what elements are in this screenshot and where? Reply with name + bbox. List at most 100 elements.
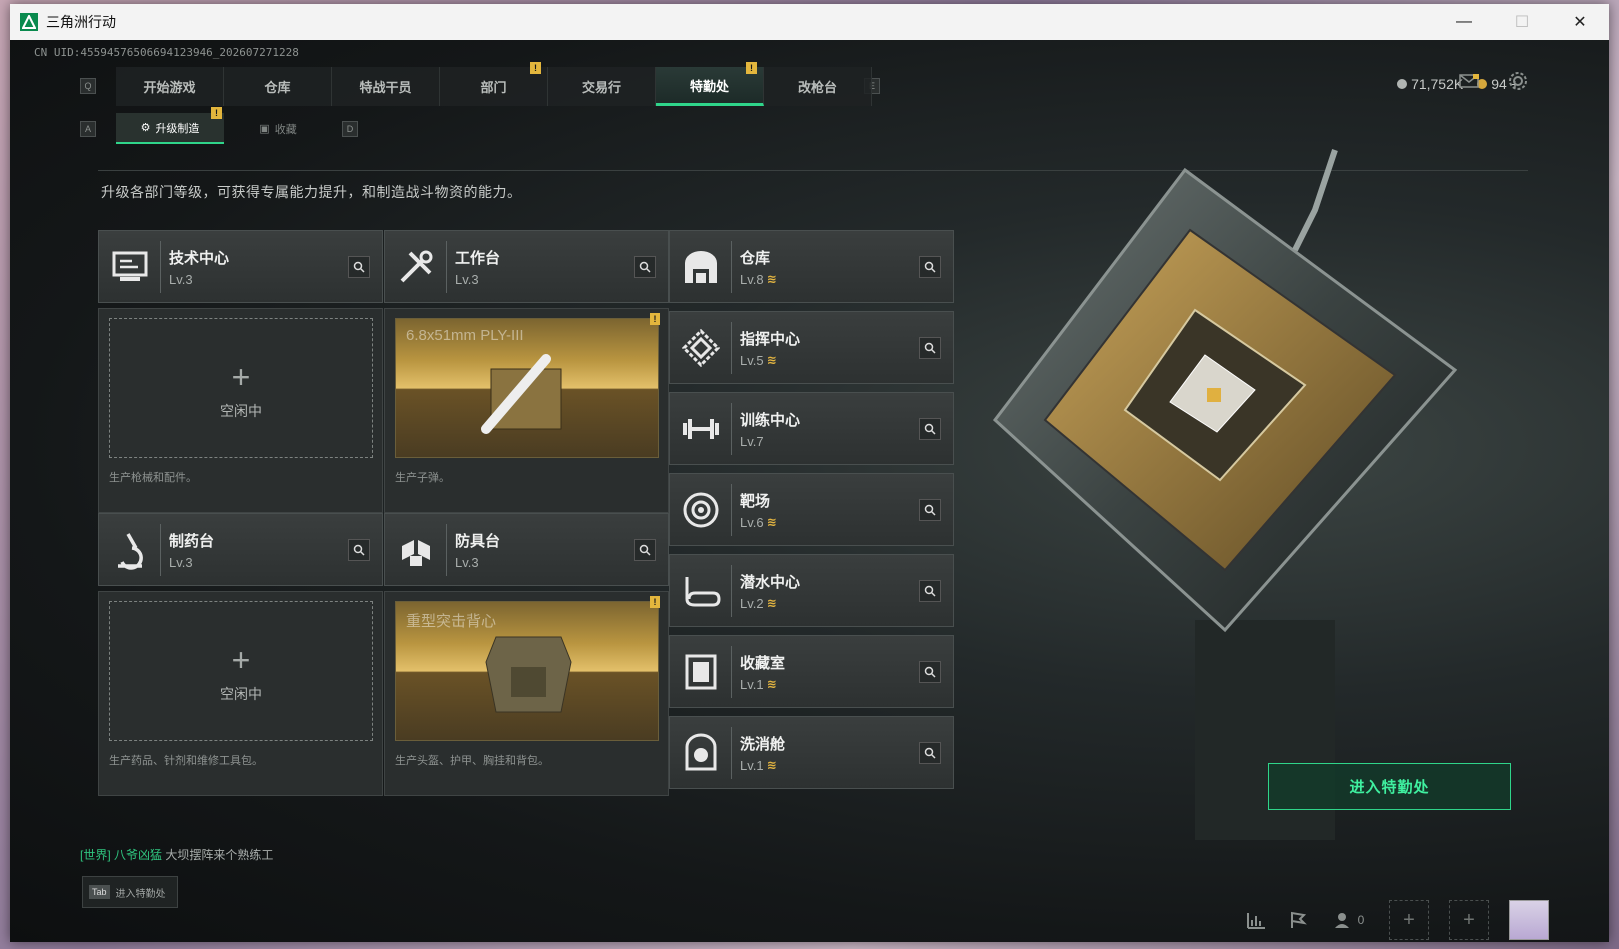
inspect-button[interactable]: [919, 580, 941, 602]
inspect-button[interactable]: [634, 539, 656, 561]
search-icon: [924, 585, 936, 597]
production-slot[interactable]: + 空闲中生产药品、针剂和维修工具包。: [98, 591, 383, 796]
sub-tabs: ⚙ 升级制造! ▣ 收藏: [116, 107, 332, 144]
facility-level: Lv.3: [455, 271, 479, 287]
inspect-button[interactable]: [348, 256, 370, 278]
friends-icon: [1334, 913, 1349, 928]
facility-card[interactable]: 靶场 Lv.6 ≋: [669, 473, 954, 546]
facility-level: Lv.6: [740, 514, 764, 530]
notification-badge: !: [211, 107, 222, 119]
notification-badge: !: [530, 62, 541, 74]
notification-badge: !: [746, 62, 757, 74]
armor-icon: [385, 523, 447, 576]
tab-6[interactable]: 改枪台: [764, 67, 872, 106]
upgrade-available-icon: ≋: [766, 353, 777, 367]
item-name: 6.8x51mm PLY-III: [406, 327, 524, 344]
tab-2[interactable]: 特战干员: [332, 67, 440, 106]
slot-caption: 生产枪械和配件。: [109, 472, 197, 484]
close-button[interactable]: ✕: [1551, 4, 1609, 40]
chat-user[interactable]: 八爷凶猛: [114, 848, 162, 862]
inspect-button[interactable]: [919, 256, 941, 278]
minimize-button[interactable]: —: [1435, 4, 1493, 40]
stats-chart-icon[interactable]: [1245, 910, 1267, 930]
producing-item[interactable]: 重型突击背心: [395, 601, 659, 741]
production-slot[interactable]: + 空闲中生产枪械和配件。: [98, 308, 383, 513]
flag-icon[interactable]: [1287, 910, 1309, 930]
tab-3[interactable]: 部门!: [440, 62, 548, 106]
facility-card[interactable]: 防具台 Lv.3: [384, 513, 669, 586]
empty-slot[interactable]: + 空闲中: [109, 601, 373, 741]
tab-4[interactable]: 交易行: [548, 67, 656, 106]
party-slot-2[interactable]: +: [1449, 900, 1489, 940]
tools-icon: [385, 240, 447, 293]
facility-card[interactable]: 洗消舱 Lv.1 ≋: [669, 716, 954, 789]
search-icon: [924, 423, 936, 435]
item-name: 重型突击背心: [406, 613, 497, 630]
inspect-button[interactable]: [634, 256, 656, 278]
facility-name: 靶场: [740, 492, 771, 510]
facility-card[interactable]: 训练中心 Lv.7: [669, 392, 954, 465]
inspect-button[interactable]: [919, 742, 941, 764]
bottom-toolbar: 0 + +: [1245, 900, 1549, 940]
tab-label: 开始游戏: [143, 80, 196, 95]
production-slot[interactable]: 重型突击背心! 生产头盔、护甲、胸挂和背包。: [384, 591, 669, 796]
facility-name: 防具台: [455, 532, 501, 550]
empty-slot[interactable]: + 空闲中: [109, 318, 373, 458]
world-chat[interactable]: [世界] 八爷凶猛 大坝摆阵来个熟练工: [80, 846, 273, 863]
silver-amount: 71,752K: [1411, 76, 1464, 92]
enter-special-office-button[interactable]: 进入特勤处: [1268, 763, 1511, 810]
inspect-button[interactable]: [919, 661, 941, 683]
tab-hint-label: 进入特勤处: [115, 888, 166, 900]
upgrade-available-icon: ≋: [766, 596, 777, 610]
silver-currency: 71,752K: [1397, 76, 1463, 92]
warehouse-icon: [670, 240, 732, 293]
upgrade-available-icon: ≋: [766, 677, 777, 691]
facility-level: Lv.1: [740, 757, 764, 773]
window-title: 三角洲行动: [46, 14, 116, 30]
friends-button[interactable]: 0: [1329, 910, 1369, 930]
subtab-0[interactable]: ⚙ 升级制造!: [116, 107, 224, 144]
add-icon: +: [231, 642, 251, 678]
slot-caption: 生产药品、针剂和维修工具包。: [109, 755, 263, 767]
page-description: 升级各部门等级，可获得专属能力提升，和制造战斗物资的能力。: [101, 184, 522, 200]
chat-channel: [世界]: [80, 848, 111, 862]
idle-label: 空闲中: [220, 686, 262, 702]
inspect-button[interactable]: [919, 418, 941, 440]
maximize-button[interactable]: ☐: [1493, 4, 1551, 40]
title-bar: 三角洲行动 — ☐ ✕: [10, 4, 1609, 40]
mail-icon[interactable]: [1459, 74, 1479, 88]
production-slot[interactable]: 6.8x51mm PLY-III! 生产子弹。: [384, 308, 669, 513]
gold-amount: 94: [1491, 76, 1507, 92]
avatar[interactable]: [1509, 900, 1549, 940]
facility-card[interactable]: 收藏室 Lv.1 ≋: [669, 635, 954, 708]
facility-card[interactable]: 仓库 Lv.8 ≋: [669, 230, 954, 303]
facility-card[interactable]: 制药台 Lv.3: [98, 513, 383, 586]
producing-item[interactable]: 6.8x51mm PLY-III: [395, 318, 659, 458]
tab-shortcut-hint[interactable]: Tab 进入特勤处: [82, 876, 178, 908]
subtab-1[interactable]: ▣ 收藏: [224, 113, 332, 144]
friends-count: 0: [1357, 913, 1365, 927]
game-screen: CN UID:4559457650669412394​6_20260727122…: [10, 40, 1609, 942]
subtab-label: 收藏: [274, 123, 297, 136]
tab-0[interactable]: 开始游戏: [116, 67, 224, 106]
facility-level: Lv.2: [740, 595, 764, 611]
inspect-button[interactable]: [919, 499, 941, 521]
facility-card[interactable]: 指挥中心 Lv.5 ≋: [669, 311, 954, 384]
facility-level: Lv.3: [169, 554, 193, 570]
monitor-icon: [99, 240, 161, 293]
facility-card[interactable]: 技术中心 Lv.3: [98, 230, 383, 303]
facility-level: Lv.3: [169, 271, 193, 287]
tab-1[interactable]: 仓库: [224, 67, 332, 106]
facility-card[interactable]: 潜水中心 Lv.2 ≋: [669, 554, 954, 627]
facility-card[interactable]: 工作台 Lv.3: [384, 230, 669, 303]
app-window: 三角洲行动 — ☐ ✕ CN UID:4559457650669412394​6…: [10, 4, 1609, 942]
tab-label: 部门: [480, 80, 507, 95]
gear-icon[interactable]: [1507, 70, 1529, 92]
slot-caption: 生产头盔、护甲、胸挂和背包。: [395, 755, 549, 767]
inspect-button[interactable]: [348, 539, 370, 561]
inspect-button[interactable]: [919, 337, 941, 359]
party-slot-1[interactable]: +: [1389, 900, 1429, 940]
upgrade-available-icon: ≋: [766, 758, 777, 772]
tab-5[interactable]: 特勤处!: [656, 62, 764, 106]
facility-level: Lv.3: [455, 554, 479, 570]
